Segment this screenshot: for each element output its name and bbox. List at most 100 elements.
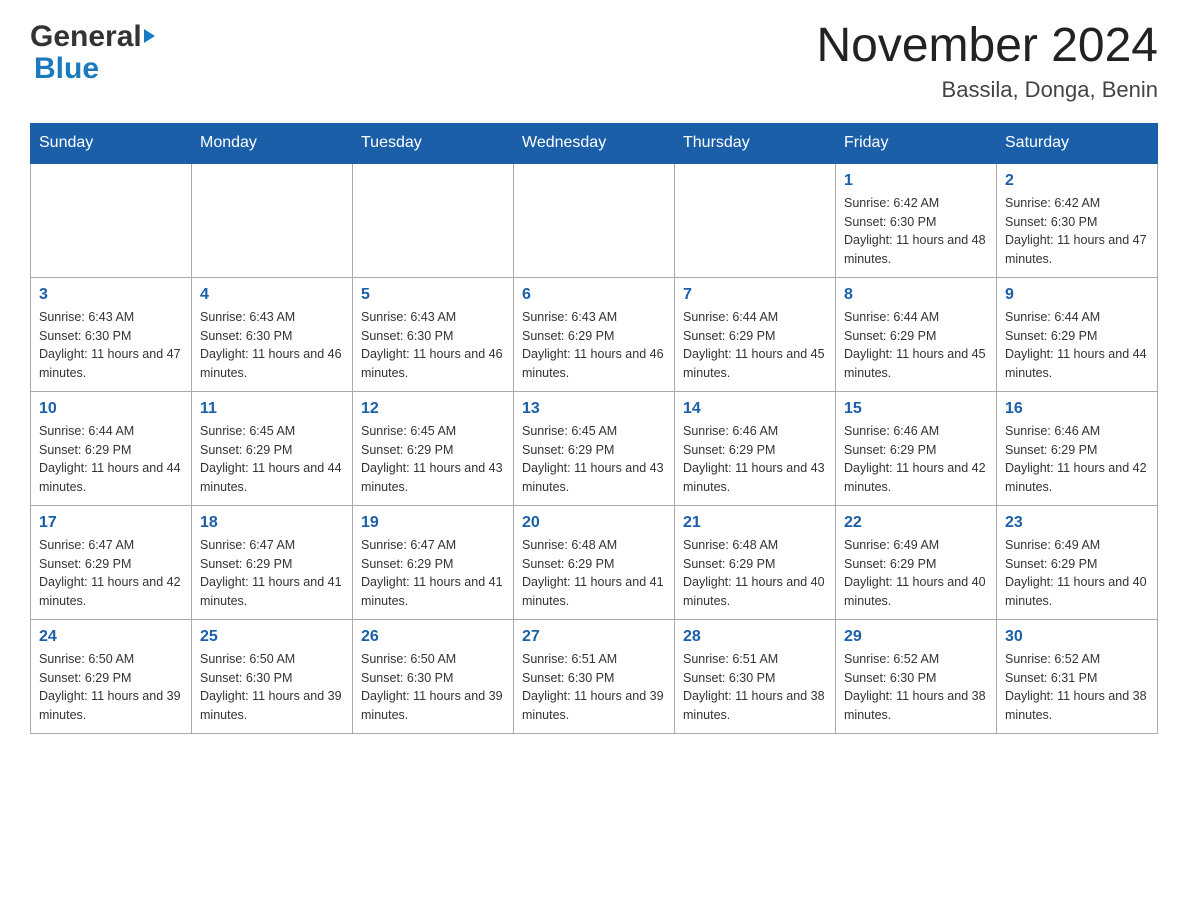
day-info: Sunrise: 6:48 AM Sunset: 6:29 PM Dayligh… — [522, 536, 666, 611]
calendar-cell: 26Sunrise: 6:50 AM Sunset: 6:30 PM Dayli… — [353, 619, 514, 733]
logo: General Blue — [30, 20, 155, 86]
calendar-cell: 4Sunrise: 6:43 AM Sunset: 6:30 PM Daylig… — [192, 277, 353, 391]
title-area: November 2024 Bassila, Donga, Benin — [816, 20, 1158, 103]
col-header-thursday: Thursday — [675, 123, 836, 163]
day-number: 10 — [39, 400, 183, 418]
calendar-cell: 5Sunrise: 6:43 AM Sunset: 6:30 PM Daylig… — [353, 277, 514, 391]
day-info: Sunrise: 6:42 AM Sunset: 6:30 PM Dayligh… — [844, 194, 988, 269]
day-info: Sunrise: 6:46 AM Sunset: 6:29 PM Dayligh… — [1005, 422, 1149, 497]
calendar-cell: 17Sunrise: 6:47 AM Sunset: 6:29 PM Dayli… — [31, 505, 192, 619]
day-number: 11 — [200, 400, 344, 418]
calendar-cell: 23 Sunrise: 6:49 AM Sunset: 6:29 PM Dayli… — [997, 505, 1158, 619]
day-info: Sunrise: 6:50 AM Sunset: 6:30 PM Dayligh… — [361, 650, 505, 725]
day-number: 2 — [1005, 172, 1149, 190]
calendar-cell: 10Sunrise: 6:44 AM Sunset: 6:29 PM Dayli… — [31, 391, 192, 505]
logo-blue-text: Blue — [34, 52, 99, 85]
calendar-cell: 28 Sunrise: 6:51 AM Sunset: 6:30 PM Dayli… — [675, 619, 836, 733]
calendar-cell — [31, 163, 192, 278]
calendar-cell: 1 Sunrise: 6:42 AM Sunset: 6:30 PM Daylig… — [836, 163, 997, 278]
col-header-tuesday: Tuesday — [353, 123, 514, 163]
day-info: Sunrise: 6:43 AM Sunset: 6:30 PM Dayligh… — [39, 308, 183, 383]
day-info: Sunrise: 6:44 AM Sunset: 6:29 PM Dayligh… — [844, 308, 988, 383]
calendar-week-row: 1 Sunrise: 6:42 AM Sunset: 6:30 PM Daylig… — [31, 163, 1158, 278]
day-number: 3 — [39, 286, 183, 304]
day-info: Sunrise: 6:46 AM Sunset: 6:29 PM Dayligh… — [683, 422, 827, 497]
day-number: 13 — [522, 400, 666, 418]
day-info: Sunrise: 6:45 AM Sunset: 6:29 PM Dayligh… — [361, 422, 505, 497]
calendar-cell: 6 Sunrise: 6:43 AM Sunset: 6:29 PM Daylig… — [514, 277, 675, 391]
day-number: 18 — [200, 514, 344, 532]
day-number: 23 — [1005, 514, 1149, 532]
day-info: Sunrise: 6:47 AM Sunset: 6:29 PM Dayligh… — [361, 536, 505, 611]
day-number: 16 — [1005, 400, 1149, 418]
calendar-week-row: 10Sunrise: 6:44 AM Sunset: 6:29 PM Dayli… — [31, 391, 1158, 505]
location-title: Bassila, Donga, Benin — [816, 77, 1158, 103]
calendar-cell: 3 Sunrise: 6:43 AM Sunset: 6:30 PM Daylig… — [31, 277, 192, 391]
day-number: 29 — [844, 628, 988, 646]
day-info: Sunrise: 6:43 AM Sunset: 6:29 PM Dayligh… — [522, 308, 666, 383]
calendar-week-row: 17Sunrise: 6:47 AM Sunset: 6:29 PM Dayli… — [31, 505, 1158, 619]
calendar-cell: 30Sunrise: 6:52 AM Sunset: 6:31 PM Dayli… — [997, 619, 1158, 733]
calendar-cell — [192, 163, 353, 278]
col-header-friday: Friday — [836, 123, 997, 163]
day-info: Sunrise: 6:44 AM Sunset: 6:29 PM Dayligh… — [1005, 308, 1149, 383]
day-info: Sunrise: 6:47 AM Sunset: 6:29 PM Dayligh… — [200, 536, 344, 611]
day-info: Sunrise: 6:42 AM Sunset: 6:30 PM Dayligh… — [1005, 194, 1149, 269]
day-number: 1 — [844, 172, 988, 190]
calendar-cell: 9 Sunrise: 6:44 AM Sunset: 6:29 PM Daylig… — [997, 277, 1158, 391]
day-info: Sunrise: 6:50 AM Sunset: 6:30 PM Dayligh… — [200, 650, 344, 725]
day-number: 12 — [361, 400, 505, 418]
col-header-monday: Monday — [192, 123, 353, 163]
day-number: 25 — [200, 628, 344, 646]
day-number: 19 — [361, 514, 505, 532]
day-info: Sunrise: 6:51 AM Sunset: 6:30 PM Dayligh… — [683, 650, 827, 725]
day-number: 8 — [844, 286, 988, 304]
calendar-week-row: 24Sunrise: 6:50 AM Sunset: 6:29 PM Dayli… — [31, 619, 1158, 733]
calendar-cell: 13 Sunrise: 6:45 AM Sunset: 6:29 PM Dayli… — [514, 391, 675, 505]
calendar-cell: 18 Sunrise: 6:47 AM Sunset: 6:29 PM Dayli… — [192, 505, 353, 619]
logo-triangle-icon — [144, 29, 155, 43]
calendar-cell: 22Sunrise: 6:49 AM Sunset: 6:29 PM Dayli… — [836, 505, 997, 619]
calendar-cell — [675, 163, 836, 278]
day-number: 20 — [522, 514, 666, 532]
day-number: 30 — [1005, 628, 1149, 646]
calendar-cell: 19 Sunrise: 6:47 AM Sunset: 6:29 PM Dayli… — [353, 505, 514, 619]
calendar-cell: 20 Sunrise: 6:48 AM Sunset: 6:29 PM Dayli… — [514, 505, 675, 619]
calendar-header-row: SundayMondayTuesdayWednesdayThursdayFrid… — [31, 123, 1158, 163]
calendar-table: SundayMondayTuesdayWednesdayThursdayFrid… — [30, 123, 1158, 734]
calendar-cell — [353, 163, 514, 278]
day-number: 21 — [683, 514, 827, 532]
day-info: Sunrise: 6:47 AM Sunset: 6:29 PM Dayligh… — [39, 536, 183, 611]
day-number: 6 — [522, 286, 666, 304]
calendar-cell: 16 Sunrise: 6:46 AM Sunset: 6:29 PM Dayli… — [997, 391, 1158, 505]
calendar-cell — [514, 163, 675, 278]
day-number: 7 — [683, 286, 827, 304]
day-info: Sunrise: 6:45 AM Sunset: 6:29 PM Dayligh… — [522, 422, 666, 497]
calendar-cell: 24Sunrise: 6:50 AM Sunset: 6:29 PM Dayli… — [31, 619, 192, 733]
day-number: 28 — [683, 628, 827, 646]
day-info: Sunrise: 6:45 AM Sunset: 6:29 PM Dayligh… — [200, 422, 344, 497]
calendar-week-row: 3 Sunrise: 6:43 AM Sunset: 6:30 PM Daylig… — [31, 277, 1158, 391]
col-header-wednesday: Wednesday — [514, 123, 675, 163]
page-header: General Blue November 2024 Bassila, Dong… — [30, 20, 1158, 103]
day-info: Sunrise: 6:43 AM Sunset: 6:30 PM Dayligh… — [361, 308, 505, 383]
day-info: Sunrise: 6:52 AM Sunset: 6:30 PM Dayligh… — [844, 650, 988, 725]
day-info: Sunrise: 6:48 AM Sunset: 6:29 PM Dayligh… — [683, 536, 827, 611]
day-number: 9 — [1005, 286, 1149, 304]
calendar-cell: 25 Sunrise: 6:50 AM Sunset: 6:30 PM Dayli… — [192, 619, 353, 733]
day-number: 14 — [683, 400, 827, 418]
calendar-cell: 29 Sunrise: 6:52 AM Sunset: 6:30 PM Dayli… — [836, 619, 997, 733]
calendar-cell: 7Sunrise: 6:44 AM Sunset: 6:29 PM Daylig… — [675, 277, 836, 391]
calendar-cell: 14 Sunrise: 6:46 AM Sunset: 6:29 PM Dayli… — [675, 391, 836, 505]
day-number: 24 — [39, 628, 183, 646]
day-number: 15 — [844, 400, 988, 418]
calendar-cell: 12 Sunrise: 6:45 AM Sunset: 6:29 PM Dayli… — [353, 391, 514, 505]
col-header-sunday: Sunday — [31, 123, 192, 163]
day-number: 22 — [844, 514, 988, 532]
day-number: 27 — [522, 628, 666, 646]
calendar-cell: 21 Sunrise: 6:48 AM Sunset: 6:29 PM Dayli… — [675, 505, 836, 619]
calendar-cell: 8 Sunrise: 6:44 AM Sunset: 6:29 PM Daylig… — [836, 277, 997, 391]
day-info: Sunrise: 6:49 AM Sunset: 6:29 PM Dayligh… — [1005, 536, 1149, 611]
day-info: Sunrise: 6:46 AM Sunset: 6:29 PM Dayligh… — [844, 422, 988, 497]
day-info: Sunrise: 6:43 AM Sunset: 6:30 PM Dayligh… — [200, 308, 344, 383]
